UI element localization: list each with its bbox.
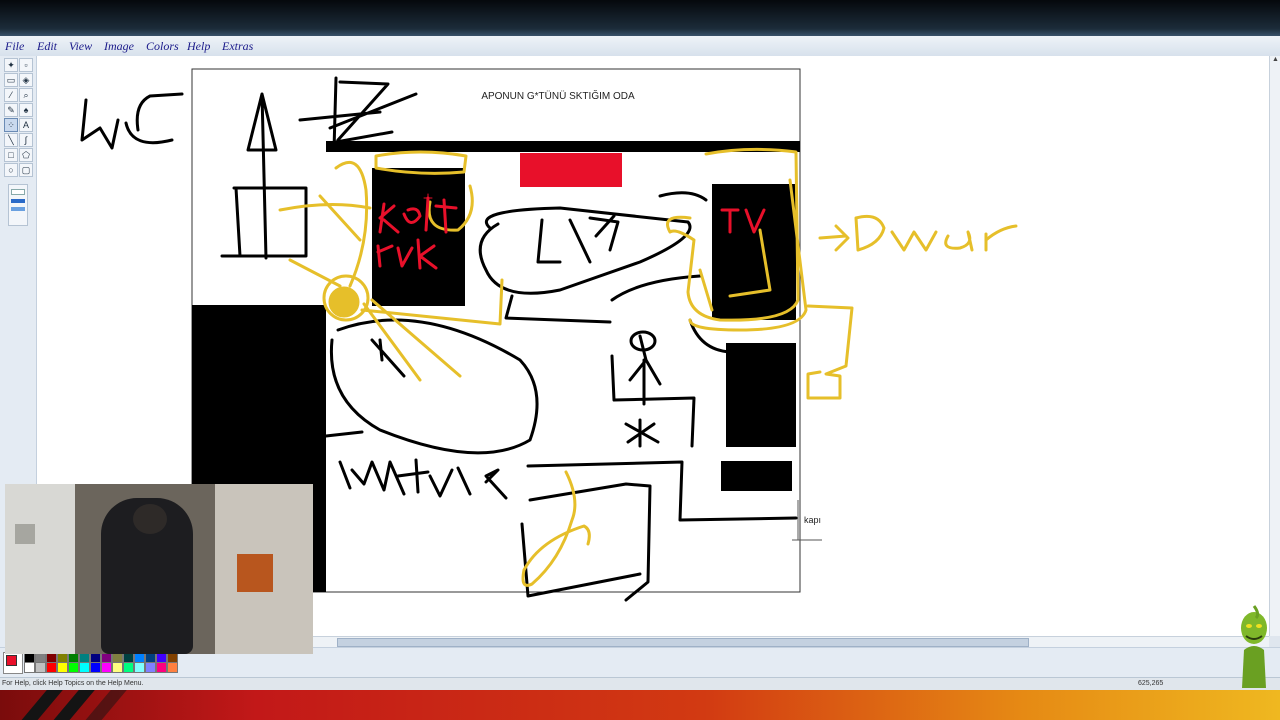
magnifier-icon[interactable]: ⌕ bbox=[19, 88, 33, 102]
eraser-icon[interactable]: ▭ bbox=[4, 73, 18, 87]
palette-swatch[interactable] bbox=[46, 662, 57, 673]
menu-file[interactable]: File bbox=[5, 39, 24, 54]
palette-swatch[interactable] bbox=[167, 662, 178, 673]
grinch-mascot-icon bbox=[1241, 605, 1267, 688]
palette-swatch[interactable] bbox=[101, 662, 112, 673]
polygon-icon[interactable]: ⬠ bbox=[19, 148, 33, 162]
free-select-icon[interactable]: ✦ bbox=[4, 58, 18, 72]
plan-small-block bbox=[721, 461, 792, 491]
status-coordinates: 625,265 bbox=[1138, 680, 1164, 687]
menu-image[interactable]: Image bbox=[104, 39, 134, 54]
webcam-orange-box bbox=[237, 554, 273, 592]
palette-swatch[interactable] bbox=[156, 662, 167, 673]
text-icon[interactable]: A bbox=[19, 118, 33, 132]
webcam-magnets bbox=[15, 524, 35, 544]
palette-swatch[interactable] bbox=[112, 662, 123, 673]
bottom-stream-overlay bbox=[0, 690, 1280, 720]
scroll-up-icon[interactable]: ▲ bbox=[1270, 56, 1280, 63]
palette-swatch[interactable] bbox=[90, 662, 101, 673]
menu-edit[interactable]: Edit bbox=[37, 39, 57, 54]
line-icon[interactable]: ╲ bbox=[4, 133, 18, 147]
plan-red-box bbox=[520, 153, 622, 187]
palette-swatch[interactable] bbox=[68, 662, 79, 673]
ellipse-icon[interactable]: ○ bbox=[4, 163, 18, 177]
curve-icon[interactable]: ∫ bbox=[19, 133, 33, 147]
brush-icon[interactable]: ♠ bbox=[19, 103, 33, 117]
menu-extras[interactable]: Extras bbox=[222, 39, 253, 54]
rectangle-icon[interactable]: □ bbox=[4, 148, 18, 162]
plan-desk-block bbox=[726, 343, 796, 447]
airbrush-icon[interactable]: ⁘ bbox=[4, 118, 18, 132]
yellow-right-hook bbox=[806, 304, 854, 400]
menu-colors[interactable]: Colors bbox=[146, 39, 179, 54]
palette-swatches bbox=[24, 652, 184, 673]
status-help-text: For Help, click Help Topics on the Help … bbox=[2, 680, 144, 687]
plan-title: APONUN G*TÜNÜ SKTIĞIM ODA bbox=[481, 89, 635, 102]
palette-swatch[interactable] bbox=[35, 662, 46, 673]
pencil-icon[interactable]: ✎ bbox=[4, 103, 18, 117]
palette-swatch[interactable] bbox=[134, 662, 145, 673]
horizontal-scroll-thumb[interactable] bbox=[337, 638, 1029, 647]
rounded-rectangle-icon[interactable]: ▢ bbox=[19, 163, 33, 177]
current-colors[interactable] bbox=[3, 652, 23, 674]
plan-tv-block bbox=[712, 184, 796, 320]
webcam-fridge bbox=[5, 484, 75, 654]
status-bar: For Help, click Help Topics on the Help … bbox=[0, 677, 1280, 691]
menu-view[interactable]: View bbox=[69, 39, 92, 54]
palette-swatch[interactable] bbox=[145, 662, 156, 673]
tool-options-box[interactable] bbox=[8, 184, 28, 226]
palette-swatch[interactable] bbox=[24, 662, 35, 673]
webcam-overlay bbox=[5, 484, 313, 654]
palette-swatch[interactable] bbox=[79, 662, 90, 673]
rect-select-icon[interactable]: ▫ bbox=[19, 58, 33, 72]
yellow-word-right bbox=[818, 214, 1018, 252]
vertical-scrollbar[interactable]: ▲ bbox=[1269, 56, 1280, 636]
palette-swatch[interactable] bbox=[57, 662, 68, 673]
color-picker-icon[interactable]: ⁄ bbox=[4, 88, 18, 102]
plan-koltuk-block bbox=[372, 168, 465, 306]
palette-swatch[interactable] bbox=[123, 662, 134, 673]
webcam-person-head bbox=[133, 504, 167, 534]
menu-bar: File Edit View Image Colors Help Extras bbox=[0, 36, 1280, 57]
top-stream-overlay bbox=[0, 0, 1280, 36]
foreground-color-swatch[interactable] bbox=[6, 655, 17, 666]
scribble-word-left bbox=[80, 92, 184, 150]
door-label: kapı bbox=[804, 515, 821, 525]
menu-help[interactable]: Help bbox=[187, 39, 210, 54]
fill-icon[interactable]: ◈ bbox=[19, 73, 33, 87]
